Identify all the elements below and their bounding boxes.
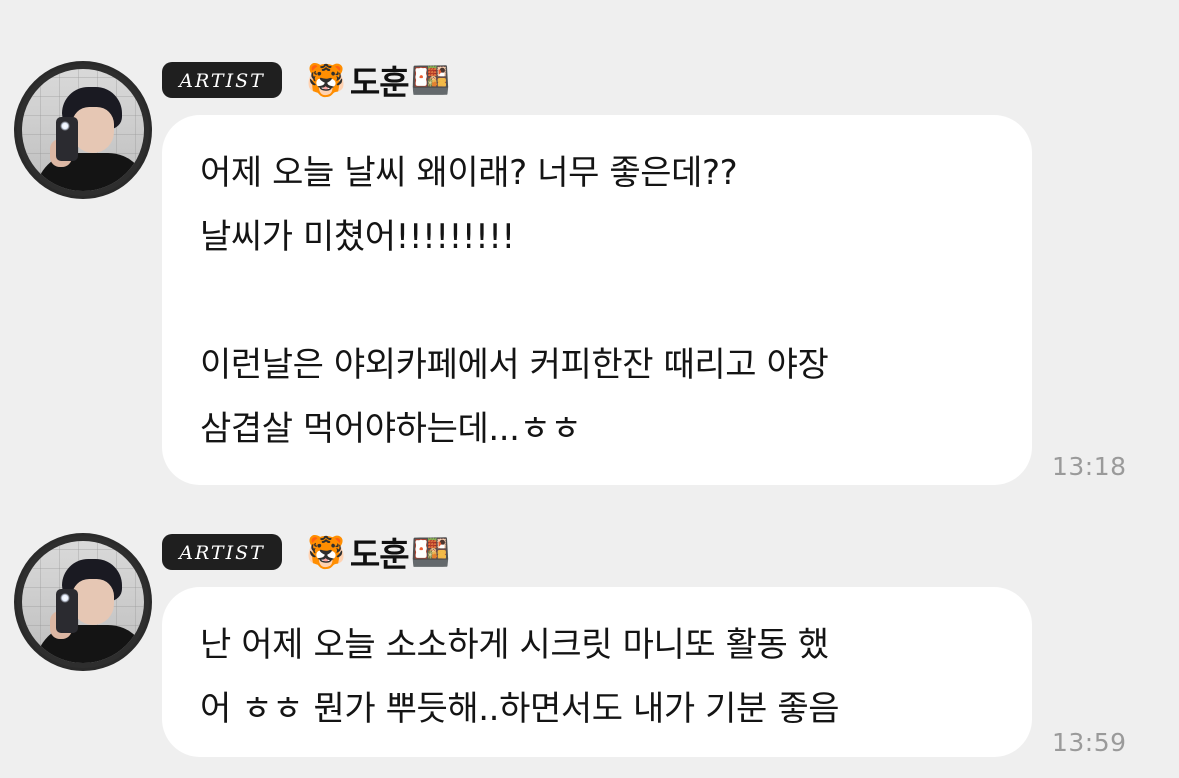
sender-name: 도훈 bbox=[349, 63, 410, 102]
avatar[interactable] bbox=[14, 533, 152, 671]
message-header: ARTIST 🐯 도훈 🍱 bbox=[162, 61, 450, 102]
avatar-photo bbox=[22, 541, 144, 663]
bento-box-icon: 🍱 bbox=[410, 533, 451, 571]
message-timestamp: 13:59 bbox=[1052, 728, 1127, 757]
message-bubble[interactable]: 어제 오늘 날씨 왜이래? 너무 좋은데?? 날씨가 미쳤어!!!!!!!!! … bbox=[162, 115, 1032, 485]
sender-name-group[interactable]: 🐯 도훈 🍱 bbox=[306, 528, 450, 576]
tiger-icon: 🐯 bbox=[306, 61, 346, 99]
message-bubble[interactable]: 난 어제 오늘 소소하게 시크릿 마니또 활동 했 어 ㅎㅎ 뭔가 뿌듯해..하… bbox=[162, 587, 1032, 757]
artist-badge: ARTIST bbox=[162, 62, 282, 98]
message-header: ARTIST 🐯 도훈 🍱 bbox=[162, 533, 450, 574]
sender-name-group[interactable]: 🐯 도훈 🍱 bbox=[306, 56, 450, 104]
bento-box-icon: 🍱 bbox=[410, 61, 451, 99]
artist-badge: ARTIST bbox=[162, 534, 282, 570]
avatar[interactable] bbox=[14, 61, 152, 199]
message-timestamp: 13:18 bbox=[1052, 452, 1127, 481]
sender-name: 도훈 bbox=[349, 535, 410, 574]
avatar-photo bbox=[22, 69, 144, 191]
tiger-icon: 🐯 bbox=[306, 533, 346, 571]
